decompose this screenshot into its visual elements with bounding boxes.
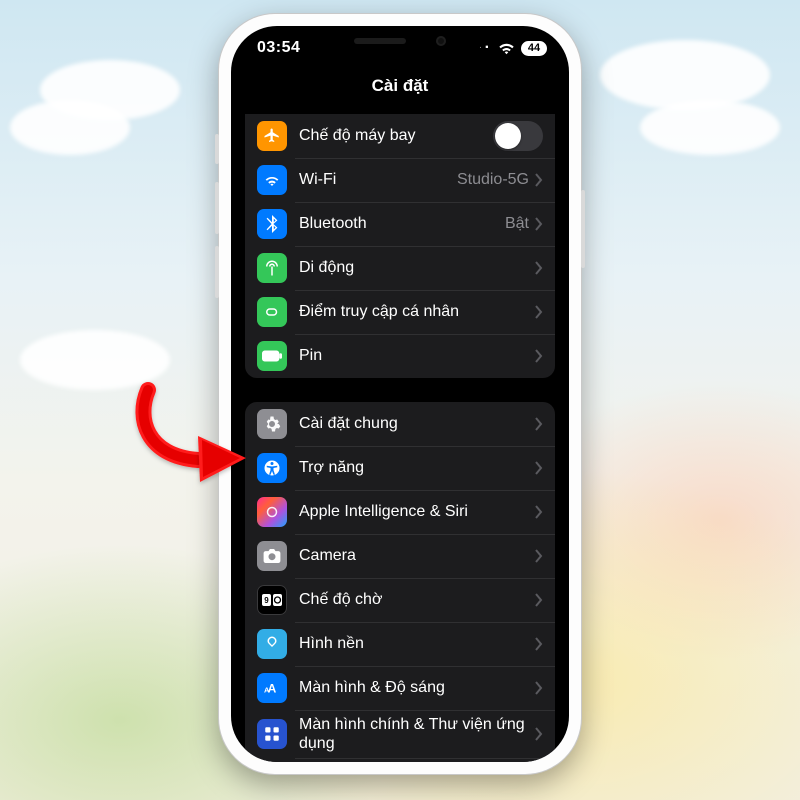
chevron-right-icon <box>535 549 543 563</box>
chevron-right-icon <box>535 349 543 363</box>
row-standby[interactable]: 9 Chế độ chờ <box>245 578 555 622</box>
row-accessibility[interactable]: Trợ năng <box>245 446 555 490</box>
chevron-right-icon <box>535 727 543 741</box>
camera-icon <box>257 541 287 571</box>
row-display[interactable]: AA Màn hình & Độ sáng <box>245 666 555 710</box>
row-label: Màn hình chính & Thư viện ứng dụng <box>299 715 535 753</box>
bluetooth-icon <box>257 209 287 239</box>
apps-icon <box>257 719 287 749</box>
chevron-right-icon <box>535 593 543 607</box>
row-action-button[interactable]: Nút Tác vụ <box>245 758 555 762</box>
row-label: Apple Intelligence & Siri <box>299 502 535 521</box>
cellular-icon <box>257 253 287 283</box>
wallpaper-icon <box>257 629 287 659</box>
airplane-toggle[interactable] <box>493 121 543 151</box>
chevron-right-icon <box>535 637 543 651</box>
chevron-right-icon <box>535 217 543 231</box>
row-airplane-mode[interactable]: Chế độ máy bay <box>245 114 555 158</box>
row-value: Studio-5G <box>457 171 529 189</box>
row-label: Chế độ máy bay <box>299 126 493 145</box>
row-label: Wi-Fi <box>299 170 457 189</box>
airplane-icon <box>257 121 287 151</box>
settings-group-connectivity: Chế độ máy bay Wi-Fi Studio-5G Bluetooth <box>245 114 555 378</box>
row-label: Điểm truy cập cá nhân <box>299 302 535 321</box>
chevron-right-icon <box>535 681 543 695</box>
standby-icon: 9 <box>257 585 287 615</box>
settings-group-general: Cài đặt chung Trợ năng Apple Intelligenc… <box>245 402 555 762</box>
chevron-right-icon <box>535 261 543 275</box>
wifi-icon <box>257 165 287 195</box>
row-wifi[interactable]: Wi-Fi Studio-5G <box>245 158 555 202</box>
chevron-right-icon <box>535 505 543 519</box>
phone-frame: 03:54 ··· 44 Cài đặt Chế độ máy bay <box>219 14 581 774</box>
link-icon <box>257 297 287 327</box>
battery-status-icon: 44 <box>521 41 547 56</box>
row-camera[interactable]: Camera <box>245 534 555 578</box>
svg-text:A: A <box>264 686 270 695</box>
row-general[interactable]: Cài đặt chung <box>245 402 555 446</box>
row-battery[interactable]: Pin <box>245 334 555 378</box>
row-siri[interactable]: Apple Intelligence & Siri <box>245 490 555 534</box>
accessibility-icon <box>257 453 287 483</box>
row-label: Di động <box>299 258 535 277</box>
row-label: Pin <box>299 346 535 365</box>
row-label: Trợ năng <box>299 458 535 477</box>
phone-screen: 03:54 ··· 44 Cài đặt Chế độ máy bay <box>231 26 569 762</box>
chevron-right-icon <box>535 461 543 475</box>
row-hotspot[interactable]: Điểm truy cập cá nhân <box>245 290 555 334</box>
status-time: 03:54 <box>257 39 300 57</box>
siri-icon <box>257 497 287 527</box>
settings-scroll[interactable]: Chế độ máy bay Wi-Fi Studio-5G Bluetooth <box>231 114 569 762</box>
chevron-right-icon <box>535 305 543 319</box>
row-label: Cài đặt chung <box>299 414 535 433</box>
battery-icon <box>257 341 287 371</box>
row-label: Bluetooth <box>299 214 505 233</box>
gear-icon <box>257 409 287 439</box>
display-icon: AA <box>257 673 287 703</box>
row-cellular[interactable]: Di động <box>245 246 555 290</box>
chevron-right-icon <box>535 417 543 431</box>
row-label: Màn hình & Độ sáng <box>299 678 535 697</box>
row-value: Bật <box>505 215 529 233</box>
chevron-right-icon <box>535 173 543 187</box>
notch <box>316 26 484 56</box>
page-title: Cài đặt <box>231 70 569 108</box>
row-label: Chế độ chờ <box>299 590 535 609</box>
row-wallpaper[interactable]: Hình nền <box>245 622 555 666</box>
row-label: Camera <box>299 546 535 565</box>
row-bluetooth[interactable]: Bluetooth Bật <box>245 202 555 246</box>
row-label: Hình nền <box>299 634 535 653</box>
row-homescreen[interactable]: Màn hình chính & Thư viện ứng dụng <box>245 710 555 758</box>
wifi-status-icon <box>498 42 515 55</box>
svg-text:9: 9 <box>264 596 269 605</box>
